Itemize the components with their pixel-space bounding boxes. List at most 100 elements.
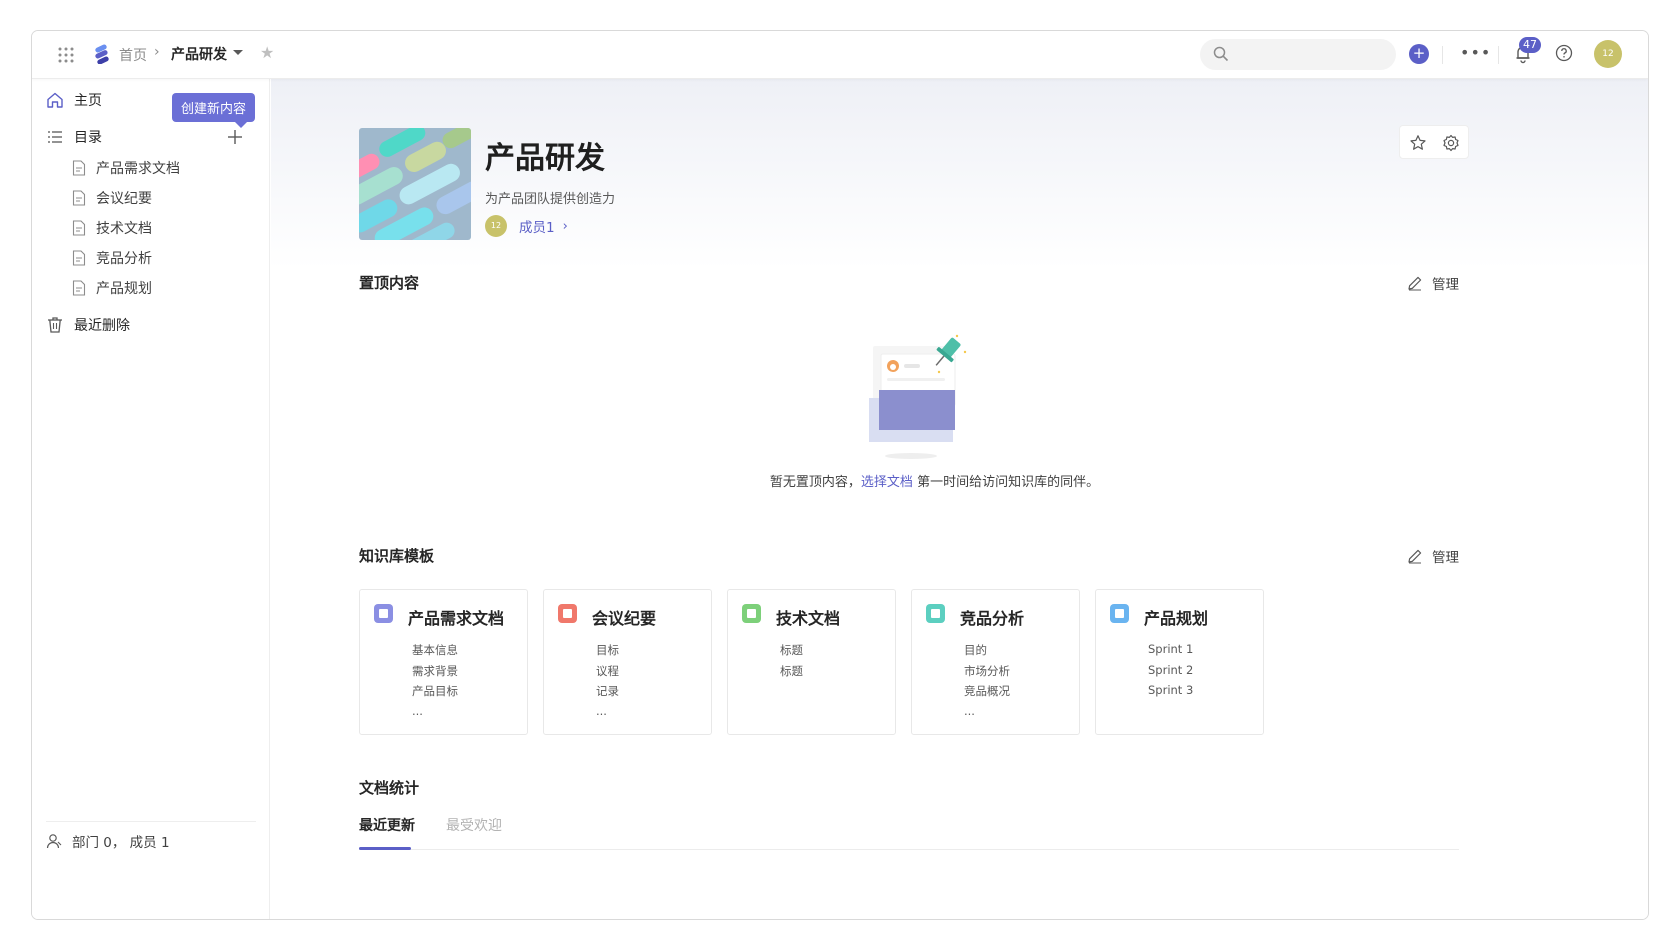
more-icon[interactable]: ••• bbox=[1460, 43, 1491, 62]
template-title: 产品需求文档 bbox=[408, 609, 505, 628]
stats-section-title: 文档统计 bbox=[359, 779, 420, 797]
template-card[interactable]: 技术文档 标题 标题 bbox=[727, 589, 896, 735]
sidebar-doc-item[interactable]: 产品规划 bbox=[72, 277, 152, 299]
space-title: 产品研发 bbox=[485, 141, 605, 176]
outline-line: Sprint 2 bbox=[1148, 662, 1194, 677]
help-icon[interactable] bbox=[1555, 44, 1573, 62]
select-document-link[interactable]: 选择文档 bbox=[861, 475, 913, 490]
edit-icon bbox=[1408, 549, 1422, 564]
user-avatar[interactable]: 12 bbox=[1594, 40, 1622, 68]
star-icon[interactable] bbox=[1409, 134, 1427, 152]
create-button[interactable]: + bbox=[1409, 44, 1429, 64]
document-icon bbox=[72, 280, 86, 296]
empty-suffix: 第一时间给访问知识库的同伴。 bbox=[912, 475, 1100, 490]
template-card[interactable]: 会议纪要 目标 议程 记录 ... bbox=[543, 589, 712, 735]
template-card[interactable]: 产品规划 Sprint 1 Sprint 2 Sprint 3 bbox=[1095, 589, 1264, 735]
template-card[interactable]: 产品需求文档 基本信息 需求背景 产品目标 ... bbox=[359, 589, 528, 735]
template-title: 技术文档 bbox=[776, 609, 841, 628]
template-title: 产品规划 bbox=[1144, 609, 1209, 628]
members-summary[interactable]: 部门 0， 成员 1 bbox=[46, 831, 170, 851]
pinned-manage-button[interactable]: 管理 bbox=[1407, 273, 1459, 293]
sidebar-doc-item[interactable]: 产品需求文档 bbox=[72, 157, 180, 179]
sidebar: 主页 创建新内容 目录 产品需求文档 会议纪要 技术文档 竞品分析 产品规划 最… bbox=[32, 79, 270, 919]
template-card[interactable]: 竞品分析 目的 市场分析 竞品概况 ... bbox=[911, 589, 1080, 735]
sidebar-item-label: 主页 bbox=[74, 93, 102, 109]
template-title: 竞品分析 bbox=[960, 609, 1025, 628]
pinned-empty-message: 暂无置顶内容，选择文档 第一时间给访问知识库的同伴。 bbox=[271, 471, 1558, 490]
sidebar-doc-label: 产品规划 bbox=[96, 281, 152, 297]
tab-most-popular[interactable]: 最受欢迎 bbox=[446, 815, 502, 835]
app-window: 首页 › 产品研发 ★ + ••• 47 12 主页 创建新内容 目录 产品需求… bbox=[31, 30, 1649, 920]
search-input[interactable] bbox=[1200, 39, 1396, 70]
add-icon[interactable] bbox=[227, 129, 243, 145]
template-idea-icon bbox=[742, 604, 761, 623]
sidebar-item-home[interactable]: 主页 bbox=[46, 88, 102, 112]
outline-line: 目的 bbox=[964, 643, 987, 657]
outline-line: Sprint 1 bbox=[1148, 642, 1194, 656]
document-icon bbox=[72, 190, 86, 206]
user-icon bbox=[46, 834, 62, 849]
sidebar-doc-label: 技术文档 bbox=[96, 221, 152, 237]
outline-line: ... bbox=[412, 703, 423, 718]
sidebar-doc-item[interactable]: 技术文档 bbox=[72, 217, 152, 239]
notification-badge: 47 bbox=[1519, 37, 1541, 53]
sidebar-doc-label: 产品需求文档 bbox=[96, 161, 180, 177]
document-icon bbox=[72, 160, 86, 176]
templates-manage-button[interactable]: 管理 bbox=[1407, 546, 1459, 566]
document-icon bbox=[72, 220, 86, 236]
active-tab-indicator bbox=[359, 847, 411, 850]
search-icon bbox=[1213, 46, 1229, 62]
outline-line: 竞品概况 bbox=[964, 684, 1010, 698]
empty-prefix: 暂无置顶内容， bbox=[769, 475, 861, 490]
template-meeting-icon bbox=[558, 604, 577, 623]
outline-line: 标题 bbox=[780, 643, 803, 657]
template-title: 会议纪要 bbox=[592, 609, 657, 628]
template-doc-icon bbox=[374, 604, 393, 623]
breadcrumb-current[interactable]: 产品研发 bbox=[171, 44, 227, 64]
members-link[interactable]: 成员1 bbox=[519, 216, 555, 236]
tabs-divider bbox=[359, 849, 1459, 850]
space-actions bbox=[1399, 125, 1469, 159]
template-plan-icon bbox=[1110, 604, 1129, 623]
toolbar-divider bbox=[1498, 46, 1499, 64]
members-summary-label: 部门 0， 成员 1 bbox=[72, 835, 170, 851]
space-members[interactable]: 12 成员1 › bbox=[485, 215, 568, 237]
empty-pin-illustration bbox=[869, 334, 967, 459]
sidebar-item-label: 目录 bbox=[74, 130, 102, 146]
outline-line: 议程 bbox=[596, 663, 619, 678]
sidebar-item-trash[interactable]: 最近删除 bbox=[46, 313, 130, 337]
gear-icon[interactable] bbox=[1442, 134, 1460, 152]
outline-line: 记录 bbox=[596, 684, 619, 698]
main-content: 产品研发 为产品团队提供创造力 12 成员1 › 置顶内容 管理 暂无置顶内容，… bbox=[271, 79, 1648, 919]
favorite-star-icon[interactable]: ★ bbox=[260, 43, 274, 62]
template-outline: 基本信息 需求背景 产品目标 ... bbox=[412, 642, 458, 724]
outline-line: 标题 bbox=[780, 663, 803, 678]
trash-icon bbox=[48, 317, 62, 333]
toolbar-divider bbox=[1442, 46, 1443, 64]
app-grid-icon[interactable] bbox=[57, 46, 75, 64]
template-outline: 目的 市场分析 竞品概况 ... bbox=[964, 642, 1010, 724]
create-tooltip: 创建新内容 bbox=[172, 93, 256, 128]
sidebar-doc-item[interactable]: 竞品分析 bbox=[72, 247, 152, 269]
outline-line: 基本信息 bbox=[412, 643, 458, 657]
space-cover-image[interactable] bbox=[359, 128, 471, 240]
chevron-right-icon: › bbox=[562, 218, 568, 234]
tab-recent-updates[interactable]: 最近更新 bbox=[359, 815, 415, 835]
outline-line: 产品目标 bbox=[412, 684, 458, 698]
sidebar-doc-label: 竞品分析 bbox=[96, 251, 152, 267]
template-outline: 目标 议程 记录 ... bbox=[596, 642, 619, 724]
chevron-down-icon[interactable] bbox=[233, 50, 243, 55]
outline-line: Sprint 3 bbox=[1148, 683, 1194, 697]
product-logo-icon[interactable] bbox=[92, 44, 112, 64]
sidebar-item-label: 最近删除 bbox=[74, 318, 130, 334]
sidebar-footer-divider bbox=[46, 821, 256, 822]
templates-section-title: 知识库模板 bbox=[359, 547, 435, 565]
top-bar: 首页 › 产品研发 ★ + ••• 47 12 bbox=[32, 31, 1648, 79]
document-icon bbox=[72, 250, 86, 266]
sidebar-item-catalog[interactable]: 目录 bbox=[46, 125, 102, 149]
breadcrumb-home[interactable]: 首页 bbox=[119, 45, 147, 65]
template-outline: 标题 标题 bbox=[780, 642, 803, 683]
edit-icon bbox=[1408, 276, 1422, 291]
manage-label: 管理 bbox=[1432, 277, 1459, 293]
sidebar-doc-item[interactable]: 会议纪要 bbox=[72, 187, 152, 209]
